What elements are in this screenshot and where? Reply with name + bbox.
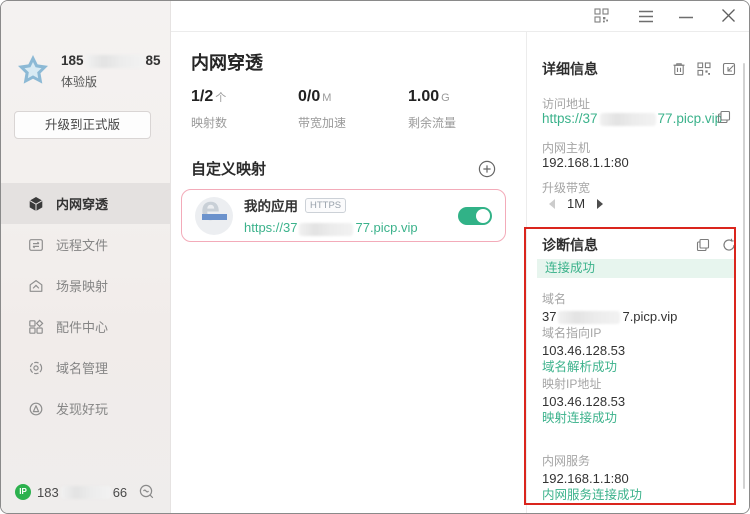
access-address-label: 访问地址 [542, 95, 590, 112]
stats-row: 1/2个 映射数 0/0M 带宽加速 1.00G 剩余流量 [191, 88, 515, 131]
sidebar-menu: 内网穿透 远程文件 场景映射 [1, 183, 170, 429]
mapping-toggle[interactable] [458, 207, 492, 225]
connection-status-banner: 连接成功 [537, 259, 735, 278]
ip-badge: IP [15, 484, 31, 500]
sidebar-item-discover[interactable]: 发现好玩 [1, 388, 170, 429]
stat-mappings: 1/2个 映射数 [191, 88, 298, 131]
qr-code-icon[interactable] [697, 62, 711, 76]
minimize-icon[interactable] [679, 16, 693, 19]
main-panel: 内网穿透 1/2个 映射数 0/0M 带宽加速 1.00G 剩余流量 自定义映射 [171, 32, 526, 513]
app-logo-icon: e [195, 197, 233, 235]
titlebar [171, 1, 749, 32]
domain-label: 域名 [542, 291, 677, 308]
mapping-url[interactable]: https://3777.picp.vip [244, 220, 418, 235]
lan-service-label: 内网服务 [542, 453, 677, 470]
domain-ip-label: 域名指向IP [542, 325, 677, 342]
user-phone: 18585 [61, 53, 161, 68]
mapping-card[interactable]: e 我的应用 HTTPS https://3777.picp.vip [181, 189, 506, 242]
upgrade-button[interactable]: 升级到正式版 [14, 111, 151, 139]
protocol-tag: HTTPS [305, 198, 346, 213]
sidebar-footer: IP 18366 [15, 482, 156, 502]
scrollbar-thumb[interactable] [743, 63, 745, 489]
scene-icon [28, 278, 44, 294]
redacted-text [86, 55, 144, 68]
sidebar-item-scene-mapping[interactable]: 场景映射 [1, 265, 170, 306]
file-transfer-icon [28, 237, 44, 253]
user-plan-label: 体验版 [61, 73, 161, 90]
redacted-text [558, 311, 620, 324]
diagnosis-rows: 域名 377.picp.vip 域名指向IP 103.46.128.53 域名解… [542, 291, 677, 504]
redacted-text [299, 223, 353, 236]
mapping-name: 我的应用 [244, 195, 298, 215]
sidebar-item-domain-management[interactable]: 域名管理 [1, 347, 170, 388]
bandwidth-label: 升级带宽 [542, 179, 590, 196]
diagnosis-title: 诊断信息 [542, 235, 598, 255]
bandwidth-stepper: 1M [549, 196, 603, 211]
domain-gear-icon [28, 360, 44, 376]
access-address-url[interactable]: https://3777.picp.vip [542, 111, 722, 126]
lan-service-status: 内网服务连接成功 [542, 487, 677, 504]
sidebar-item-nat-traversal[interactable]: 内网穿透 [1, 183, 170, 224]
diagnose-magnifier-icon[interactable] [138, 483, 156, 501]
copy-icon[interactable] [696, 238, 710, 252]
lan-host-label: 内网主机 [542, 139, 590, 156]
sidebar-item-accessories[interactable]: 配件中心 [1, 306, 170, 347]
app-window: 18585 体验版 升级到正式版 内网穿透 远程文件 [0, 0, 750, 514]
increase-bandwidth-arrow[interactable] [597, 199, 603, 209]
details-panel: 详细信息 [526, 32, 749, 513]
decrease-bandwidth-arrow[interactable] [549, 199, 555, 209]
copy-icon[interactable] [717, 110, 731, 124]
map-ip-value: 103.46.128.53 [542, 393, 677, 410]
details-title: 详细信息 [542, 59, 598, 79]
add-mapping-button[interactable] [478, 160, 496, 178]
star-avatar-icon [15, 53, 51, 89]
map-ip-label: 映射IP地址 [542, 376, 677, 393]
custom-mapping-header: 自定义映射 [191, 158, 496, 179]
bandwidth-value: 1M [567, 196, 585, 211]
footer-account: 18366 [37, 485, 127, 500]
sidebar: 18585 体验版 升级到正式版 内网穿透 远程文件 [1, 1, 171, 513]
menu-icon[interactable] [638, 10, 654, 23]
redacted-text [61, 486, 111, 499]
domain-ip-value: 103.46.128.53 [542, 342, 677, 359]
stat-traffic: 1.00G 剩余流量 [408, 88, 515, 131]
user-info: 18585 体验版 [15, 53, 161, 90]
page-title: 内网穿透 [191, 49, 263, 75]
stat-bandwidth: 0/0M 带宽加速 [298, 88, 408, 131]
discover-icon [28, 401, 44, 417]
widgets-icon [28, 319, 44, 335]
custom-mapping-title: 自定义映射 [191, 158, 266, 179]
edit-icon[interactable] [722, 62, 736, 76]
close-icon[interactable] [721, 8, 736, 23]
lan-host-value: 192.168.1.1:80 [542, 155, 629, 170]
qr-code-icon[interactable] [594, 8, 609, 23]
sidebar-item-remote-files[interactable]: 远程文件 [1, 224, 170, 265]
refresh-icon[interactable] [722, 238, 736, 252]
domain-status: 域名解析成功 [542, 359, 677, 376]
redacted-text [600, 113, 656, 126]
map-status: 映射连接成功 [542, 410, 677, 427]
lan-service-value: 192.168.1.1:80 [542, 470, 677, 487]
domain-value: 377.picp.vip [542, 308, 677, 325]
delete-icon[interactable] [672, 62, 686, 76]
cube-icon [28, 196, 44, 212]
